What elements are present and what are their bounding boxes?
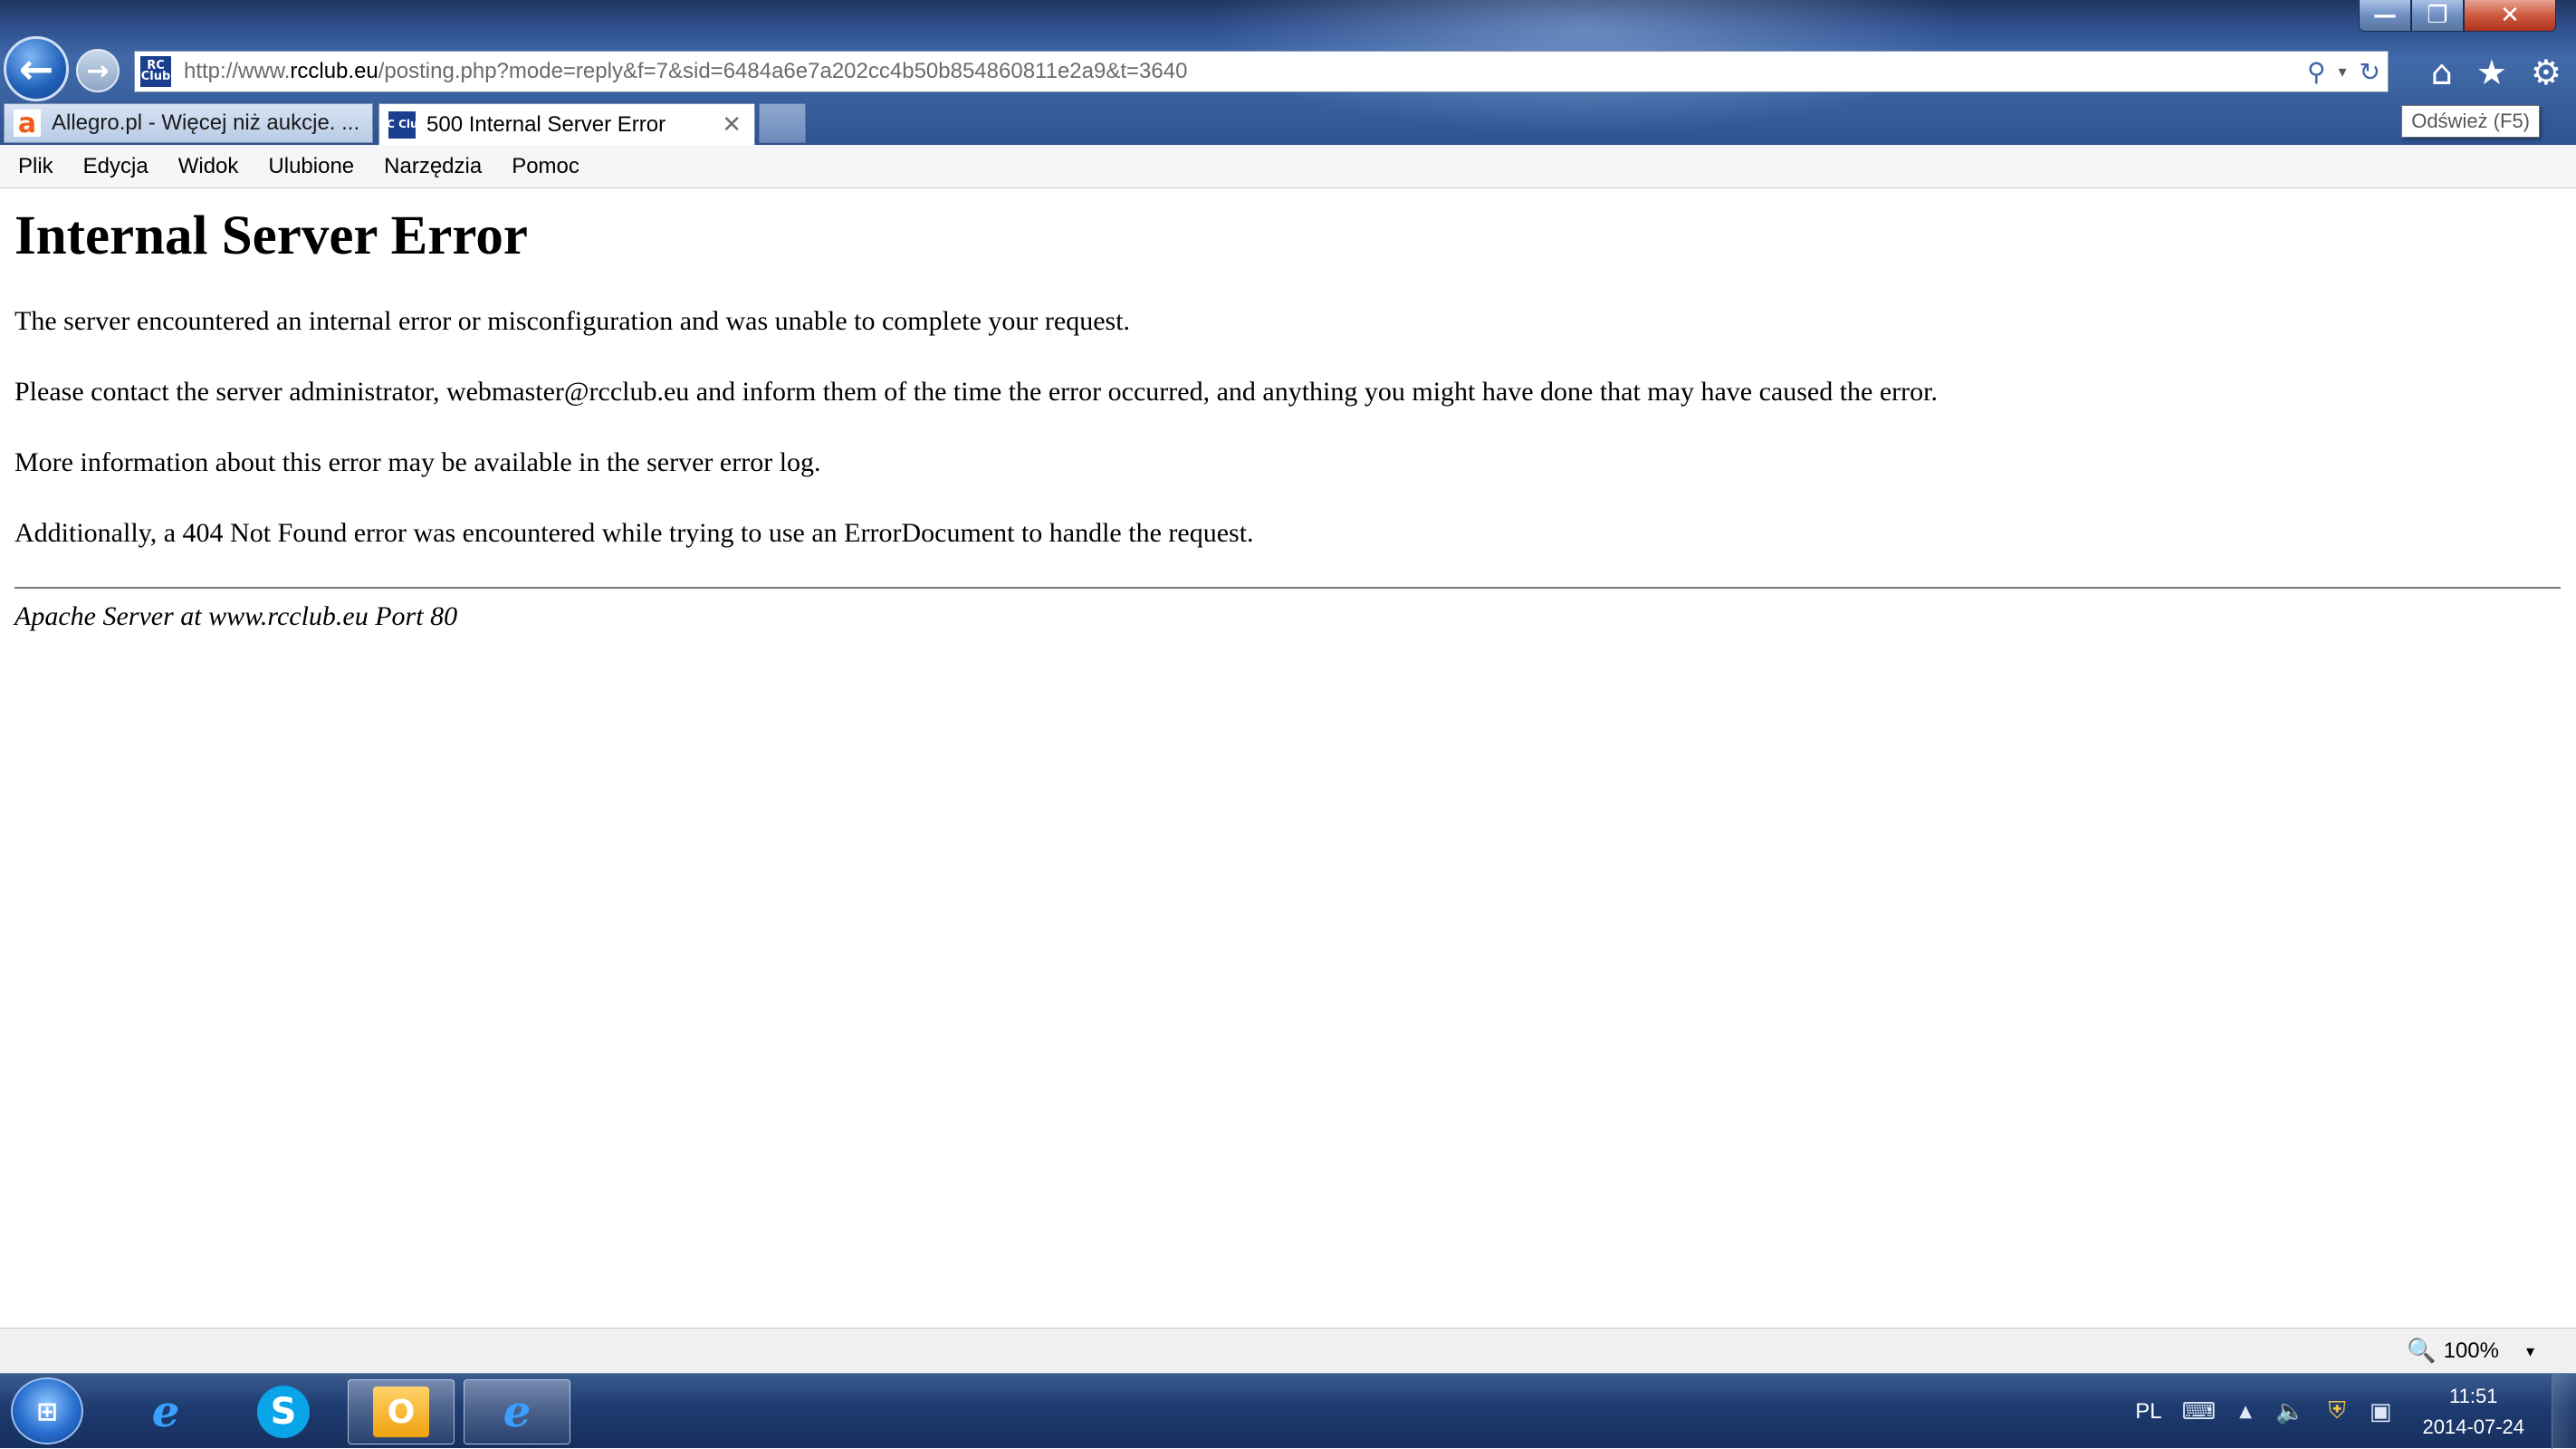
- system-tray: PL ⌨ ▲ 🔈 ⛨ ▣ 11:51 2014-07-24: [2135, 1374, 2576, 1449]
- menu-file[interactable]: Plik: [18, 154, 53, 179]
- refresh-tooltip: Odśwież (F5): [2401, 105, 2540, 138]
- error-paragraph: Please contact the server administrator,…: [14, 377, 1938, 407]
- url-host: rcclub.eu: [290, 59, 378, 83]
- taskbar-app-outlook[interactable]: O: [348, 1379, 455, 1444]
- address-tools: ⚲ ▾ ↻: [2307, 52, 2380, 91]
- volume-icon[interactable]: 🔈: [2275, 1398, 2304, 1425]
- clock-time: 11:51: [2449, 1384, 2498, 1407]
- windows-logo-icon: ⊞: [36, 1396, 58, 1426]
- error-paragraph: The server encountered an internal error…: [14, 306, 1131, 336]
- zoom-icon: 🔍: [2407, 1338, 2437, 1365]
- new-tab-button[interactable]: [759, 103, 806, 143]
- server-signature: Apache Server at www.rcclub.eu Port 80: [14, 601, 458, 631]
- start-button[interactable]: ⊞: [11, 1377, 83, 1444]
- menu-edit[interactable]: Edycja: [83, 154, 148, 179]
- favorites-star-icon[interactable]: ★: [2476, 53, 2507, 92]
- show-desktop-button[interactable]: [2552, 1374, 2576, 1449]
- site-favicon-icon: RC Club: [140, 56, 171, 87]
- network-icon[interactable]: ▣: [2370, 1398, 2392, 1425]
- tab-internal-server-error[interactable]: RC Club 500 Internal Server Error ✕: [378, 103, 755, 145]
- menu-favorites[interactable]: Ulubione: [268, 154, 354, 179]
- menu-tools[interactable]: Narzędzia: [384, 154, 482, 179]
- tab-label: 500 Internal Server Error: [426, 111, 666, 137]
- error-paragraph: More information about this error may be…: [14, 447, 821, 477]
- window-controls: — ❐ ✕: [2359, 0, 2556, 33]
- chevron-down-icon[interactable]: ▾: [2526, 1342, 2534, 1361]
- internet-explorer-icon: e: [151, 1387, 180, 1437]
- back-button[interactable]: ←: [4, 36, 69, 101]
- page-content: Internal Server Error The server encount…: [14, 190, 2561, 632]
- security-icon[interactable]: ⛨: [2328, 1397, 2346, 1425]
- home-icon[interactable]: ⌂: [2431, 53, 2453, 92]
- forward-button[interactable]: →: [76, 49, 120, 92]
- status-bar: 🔍 100% ▾: [0, 1328, 2576, 1373]
- browser-chrome: — ❐ ✕ ← → RC Club http://www.rcclub.eu/p…: [0, 0, 2576, 145]
- menu-bar: Plik Edycja Widok Ulubione Narzędzia Pom…: [0, 145, 2576, 188]
- gear-icon[interactable]: ⚙: [2531, 53, 2562, 92]
- tab-label: Allegro.pl - Więcej niż aukcje. ...: [52, 110, 360, 135]
- taskbar-app-internet-explorer[interactable]: e: [112, 1379, 219, 1444]
- address-url[interactable]: http://www.rcclub.eu/posting.php?mode=re…: [184, 59, 1187, 84]
- taskbar-app-internet-explorer-running[interactable]: e: [464, 1379, 570, 1444]
- close-tab-icon[interactable]: ✕: [722, 111, 742, 139]
- page-title: Internal Server Error: [14, 206, 528, 266]
- clock-date: 2014-07-24: [2422, 1415, 2524, 1438]
- minimize-button[interactable]: —: [2359, 0, 2411, 32]
- restore-button[interactable]: ❐: [2411, 0, 2464, 32]
- url-path: /posting.php?mode=reply&f=7&sid=6484a6e7…: [378, 59, 1188, 83]
- language-indicator[interactable]: PL: [2135, 1399, 2161, 1425]
- zoom-level: 100%: [2443, 1339, 2499, 1363]
- browser-toolbar: ⌂ ★ ⚙: [2431, 53, 2562, 92]
- chevron-down-icon[interactable]: ▾: [2338, 62, 2346, 82]
- address-bar[interactable]: RC Club http://www.rcclub.eu/posting.php…: [134, 51, 2389, 92]
- internet-explorer-icon: e: [503, 1387, 531, 1437]
- allegro-favicon-icon: a: [14, 108, 41, 139]
- url-prefix: http://www.: [184, 59, 291, 83]
- divider: [14, 587, 2561, 589]
- skype-icon: S: [257, 1386, 310, 1438]
- clock[interactable]: 11:51 2014-07-24: [2422, 1381, 2524, 1443]
- show-hidden-icons-icon[interactable]: ▲: [2239, 1402, 2252, 1421]
- arrow-left-icon: ←: [18, 44, 54, 93]
- taskbar-app-skype[interactable]: S: [230, 1379, 337, 1444]
- tab-allegro[interactable]: a Allegro.pl - Więcej niż aukcje. ...: [4, 103, 373, 143]
- site-favicon-icon: RC Club: [379, 110, 426, 139]
- error-paragraph: Additionally, a 404 Not Found error was …: [14, 518, 1254, 548]
- search-icon[interactable]: ⚲: [2307, 57, 2326, 87]
- refresh-icon[interactable]: ↻: [2360, 57, 2380, 87]
- menu-help[interactable]: Pomoc: [512, 154, 579, 179]
- outlook-icon: O: [373, 1387, 429, 1437]
- menu-view[interactable]: Widok: [178, 154, 239, 179]
- taskbar: ⊞ e S O e PL ⌨ ▲ 🔈 ⛨ ▣ 11:51 2014-07-24: [0, 1373, 2576, 1449]
- keyboard-icon[interactable]: ⌨: [2182, 1398, 2217, 1425]
- zoom-control[interactable]: 🔍 100% ▾: [2407, 1338, 2534, 1365]
- arrow-right-icon: →: [86, 54, 110, 87]
- close-window-button[interactable]: ✕: [2464, 0, 2556, 32]
